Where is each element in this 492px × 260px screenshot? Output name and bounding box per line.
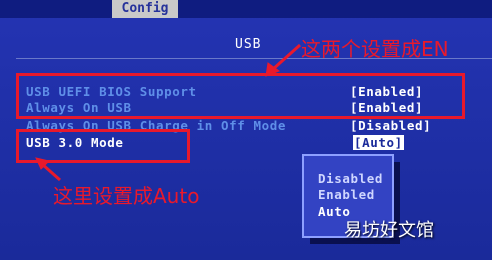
watermark: 易坊好文馆	[344, 220, 434, 241]
arrow-icon-top	[265, 43, 301, 77]
annotation-top: 这两个设置成EN	[301, 37, 449, 61]
annotation-bottom: 这里设置成Auto	[53, 184, 200, 208]
arrow-icon-bottom	[35, 157, 61, 182]
